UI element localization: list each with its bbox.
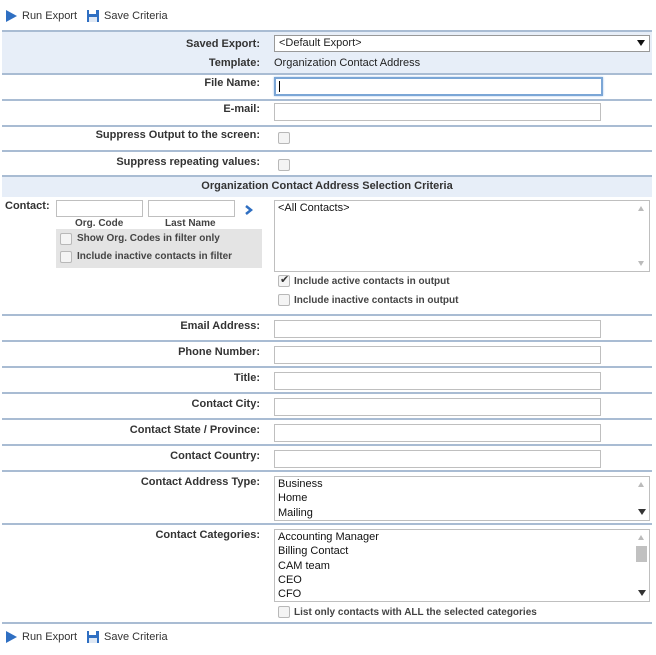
scroll-up-icon[interactable] bbox=[638, 206, 644, 211]
email-label: E-mail: bbox=[223, 103, 260, 115]
file-name-label: File Name: bbox=[204, 77, 260, 89]
list-item[interactable]: Business bbox=[275, 477, 649, 491]
selection-criteria-header: Organization Contact Address Selection C… bbox=[2, 175, 652, 197]
include-inactive-output-label: Include inactive contacts in output bbox=[294, 295, 459, 306]
org-code-input[interactable] bbox=[56, 200, 143, 217]
email-input[interactable] bbox=[274, 103, 601, 121]
list-item[interactable]: Mailing bbox=[275, 506, 649, 520]
contact-selection-row: Contact: Org. Code Last Name Show Org. C… bbox=[2, 197, 652, 314]
list-all-categories-label: List only contacts with ALL the selected… bbox=[294, 607, 537, 618]
contact-label: Contact: bbox=[5, 200, 50, 212]
title-input[interactable] bbox=[274, 372, 601, 390]
save-criteria-label: Save Criteria bbox=[104, 10, 168, 22]
suppress-repeating-row: Suppress repeating values: bbox=[2, 150, 652, 175]
list-item[interactable]: Accounting Manager bbox=[275, 530, 649, 544]
top-toolbar: Run Export Save Criteria bbox=[0, 2, 656, 30]
contact-city-row: Contact City: bbox=[2, 392, 652, 418]
bottom-toolbar: Run Export Save Criteria bbox=[0, 624, 656, 652]
selection-criteria-title: Organization Contact Address Selection C… bbox=[201, 180, 453, 192]
run-export-button[interactable]: Run Export bbox=[4, 9, 77, 23]
floppy-disk-icon bbox=[86, 9, 100, 23]
contact-city-label: Contact City: bbox=[191, 398, 260, 410]
suppress-output-checkbox[interactable] bbox=[278, 132, 290, 144]
categories-scrollbar[interactable] bbox=[634, 530, 649, 601]
contact-state-label: Contact State / Province: bbox=[129, 424, 260, 436]
address-type-listbox[interactable]: Business Home Mailing bbox=[274, 476, 650, 521]
last-name-input[interactable] bbox=[148, 200, 235, 217]
categories-label: Contact Categories: bbox=[155, 529, 260, 541]
address-type-label: Contact Address Type: bbox=[140, 476, 260, 488]
dropdown-arrow-icon bbox=[637, 40, 645, 46]
list-all-categories-checkbox[interactable] bbox=[278, 606, 290, 618]
contact-state-input[interactable] bbox=[274, 424, 601, 442]
suppress-repeating-checkbox[interactable] bbox=[278, 159, 290, 171]
suppress-output-label: Suppress Output to the screen: bbox=[95, 129, 260, 141]
email-address-label: Email Address: bbox=[180, 320, 260, 332]
categories-listbox[interactable]: Accounting Manager Billing Contact CAM t… bbox=[274, 529, 650, 602]
scroll-down-icon[interactable] bbox=[638, 590, 646, 596]
contacts-scrollbar[interactable] bbox=[634, 201, 649, 271]
contacts-listbox[interactable]: <All Contacts> bbox=[274, 200, 650, 272]
contact-state-row: Contact State / Province: bbox=[2, 418, 652, 444]
phone-number-row: Phone Number: bbox=[2, 340, 652, 366]
org-code-caption: Org. Code bbox=[75, 218, 124, 229]
saved-export-label: Saved Export: bbox=[186, 38, 260, 50]
email-address-input[interactable] bbox=[274, 320, 601, 338]
title-label: Title: bbox=[233, 372, 260, 384]
address-type-row: Contact Address Type: Business Home Mail… bbox=[2, 470, 652, 523]
include-active-output-label: Include active contacts in output bbox=[294, 276, 450, 287]
file-name-input[interactable] bbox=[274, 77, 603, 96]
scrollbar-thumb[interactable] bbox=[636, 546, 647, 562]
email-row: E-mail: bbox=[2, 99, 652, 125]
scroll-down-icon[interactable] bbox=[638, 509, 646, 515]
saved-export-value: <Default Export> bbox=[279, 37, 362, 49]
show-org-codes-checkbox[interactable] bbox=[60, 233, 72, 245]
template-label: Template: bbox=[208, 57, 260, 69]
list-item[interactable]: Home bbox=[275, 491, 649, 505]
run-export-label: Run Export bbox=[22, 631, 78, 643]
play-icon bbox=[4, 9, 18, 23]
list-item[interactable]: <All Contacts> bbox=[275, 201, 649, 215]
save-criteria-button[interactable]: Save Criteria bbox=[86, 630, 168, 644]
include-inactive-output-checkbox[interactable] bbox=[278, 294, 290, 306]
phone-number-label: Phone Number: bbox=[178, 346, 260, 358]
include-active-output-checkbox[interactable] bbox=[278, 273, 290, 287]
list-item[interactable]: Billing Contact bbox=[275, 544, 649, 558]
scroll-down-icon[interactable] bbox=[638, 261, 644, 266]
play-icon bbox=[4, 630, 18, 644]
filter-options-box: Show Org. Codes in filter only Include i… bbox=[56, 229, 262, 268]
include-inactive-filter-label: Include inactive contacts in filter bbox=[77, 251, 233, 262]
include-inactive-filter-checkbox[interactable] bbox=[60, 251, 72, 263]
contact-country-input[interactable] bbox=[274, 450, 601, 468]
email-address-row: Email Address: bbox=[2, 314, 652, 340]
suppress-output-row: Suppress Output to the screen: bbox=[2, 125, 652, 150]
floppy-disk-icon bbox=[86, 630, 100, 644]
categories-row: Contact Categories: Accounting Manager B… bbox=[2, 523, 652, 622]
run-export-button[interactable]: Run Export bbox=[4, 630, 77, 644]
saved-export-select[interactable]: <Default Export> bbox=[274, 35, 650, 52]
scroll-up-icon[interactable] bbox=[638, 535, 644, 540]
save-criteria-button[interactable]: Save Criteria bbox=[86, 9, 168, 23]
list-item[interactable]: CAM team bbox=[275, 559, 649, 573]
last-name-caption: Last Name bbox=[165, 218, 216, 229]
contact-city-input[interactable] bbox=[274, 398, 601, 416]
suppress-repeating-label: Suppress repeating values: bbox=[116, 156, 260, 168]
contact-country-label: Contact Country: bbox=[170, 450, 260, 462]
run-export-label: Run Export bbox=[22, 10, 78, 22]
list-item[interactable]: CEO bbox=[275, 573, 649, 587]
save-criteria-label: Save Criteria bbox=[104, 631, 168, 643]
address-type-scrollbar[interactable] bbox=[634, 477, 649, 520]
show-org-codes-label: Show Org. Codes in filter only bbox=[77, 233, 220, 244]
scroll-up-icon[interactable] bbox=[638, 482, 644, 487]
contact-country-row: Contact Country: bbox=[2, 444, 652, 470]
text-caret bbox=[279, 81, 280, 92]
title-row: Title: bbox=[2, 366, 652, 392]
file-name-row: File Name: bbox=[2, 73, 652, 99]
list-item[interactable]: CFO bbox=[275, 587, 649, 601]
template-value: Organization Contact Address bbox=[274, 57, 421, 69]
saved-export-row: Saved Export: <Default Export> Template:… bbox=[2, 30, 652, 73]
phone-number-input[interactable] bbox=[274, 346, 601, 364]
